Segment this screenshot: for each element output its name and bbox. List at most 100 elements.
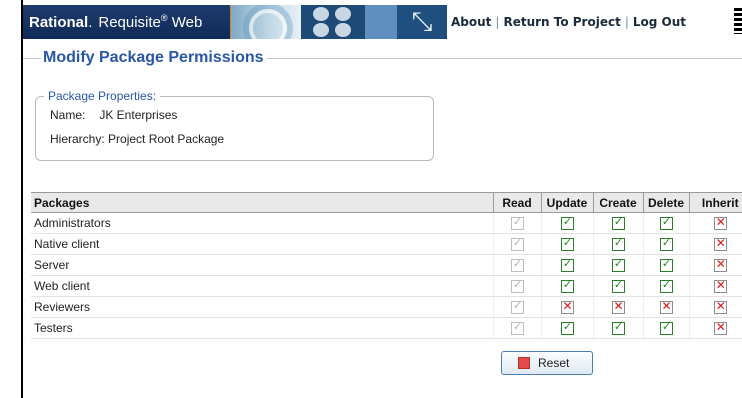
read-permission-cell: ✓ — [492, 317, 541, 339]
reset-button[interactable]: Reset — [501, 351, 593, 375]
header-dots-graphic — [301, 5, 365, 39]
property-name-value: JK Enterprises — [99, 108, 178, 122]
nav-return-to-project-link[interactable]: Return To Project — [499, 15, 624, 29]
check-icon[interactable]: ✓ — [560, 215, 574, 231]
nav-log-out-link[interactable]: Log Out — [629, 15, 690, 29]
inherit-permission-cell: ✕ — [688, 296, 742, 318]
update-permission-cell: ✓ — [540, 233, 593, 255]
check-icon[interactable]: ✓ — [659, 320, 673, 336]
delete-permission-cell: ✓ — [642, 275, 689, 297]
cross-icon[interactable]: ✕ — [713, 215, 727, 231]
brand-product-name: Requisite — [98, 14, 161, 31]
update-permission-cell: ✓ — [540, 317, 593, 339]
property-hierarchy-row: Hierarchy: Project Root Package — [50, 132, 224, 146]
read-permission-cell: ✓ — [492, 275, 541, 297]
delete-permission-cell: ✓ — [642, 317, 689, 339]
check-icon[interactable]: ✓ — [560, 278, 574, 294]
check-icon: ✓ — [510, 320, 524, 336]
check-icon[interactable]: ✓ — [659, 257, 673, 273]
package-name-cell: Server — [31, 254, 493, 276]
check-icon[interactable]: ✓ — [659, 215, 673, 231]
update-permission-cell: ✓ — [540, 212, 593, 234]
brand-rational: Rational — [29, 13, 89, 31]
column-header-delete[interactable]: Delete — [642, 192, 689, 213]
reset-button-label: Reset — [538, 356, 570, 370]
package-properties-legend: Package Properties: — [44, 89, 161, 103]
inherit-permission-cell: ✕ — [688, 317, 742, 339]
create-permission-cell: ✓ — [592, 212, 643, 234]
check-icon[interactable]: ✓ — [659, 236, 673, 252]
check-icon[interactable]: ✓ — [611, 236, 625, 252]
check-icon: ✓ — [510, 299, 524, 315]
create-permission-cell: ✕ — [592, 296, 643, 318]
header-bar: Rational. Requisite® Web ⤡ About | Retur… — [23, 0, 742, 43]
page-title: Modify Package Permissions — [41, 49, 267, 67]
column-header-packages[interactable]: Packages — [31, 192, 493, 213]
cross-icon[interactable]: ✕ — [713, 320, 727, 336]
create-permission-cell: ✓ — [592, 275, 643, 297]
table-row: Server ✓ ✓ ✓ ✓ ✕ — [31, 254, 742, 276]
reset-icon — [518, 357, 530, 369]
update-permission-cell: ✕ — [540, 296, 593, 318]
ibm-logo-icon — [734, 8, 742, 34]
inherit-permission-cell: ✕ — [688, 233, 742, 255]
package-name-cell: Web client — [31, 275, 493, 297]
app-frame: Rational. Requisite® Web ⤡ About | Retur… — [21, 0, 742, 398]
inherit-permission-cell: ✕ — [688, 275, 742, 297]
property-hierarchy-label: Hierarchy: — [50, 132, 105, 146]
cross-icon[interactable]: ✕ — [713, 299, 727, 315]
nav-about-link[interactable]: About — [447, 15, 495, 29]
permissions-table: Packages Read Update Create Delete Inher… — [31, 192, 742, 339]
table-row: Native client ✓ ✓ ✓ ✓ ✕ — [31, 233, 742, 255]
check-icon[interactable]: ✓ — [659, 278, 673, 294]
cross-icon[interactable]: ✕ — [713, 236, 727, 252]
column-header-read[interactable]: Read — [492, 192, 541, 213]
read-permission-cell: ✓ — [492, 254, 541, 276]
check-icon[interactable]: ✓ — [611, 257, 625, 273]
delete-permission-cell: ✓ — [642, 233, 689, 255]
column-header-update[interactable]: Update — [540, 192, 593, 213]
table-row: Web client ✓ ✓ ✓ ✓ ✕ — [31, 275, 742, 297]
create-permission-cell: ✓ — [592, 254, 643, 276]
header-swirl-graphic — [231, 5, 301, 39]
check-icon[interactable]: ✓ — [560, 236, 574, 252]
property-name-row: Name: JK Enterprises — [50, 108, 177, 122]
table-row: Reviewers ✓ ✕ ✕ ✕ ✕ — [31, 296, 742, 318]
inherit-permission-cell: ✕ — [688, 254, 742, 276]
top-nav: About | Return To Project | Log Out — [447, 5, 690, 39]
package-name-cell: Testers — [31, 317, 493, 339]
create-permission-cell: ✓ — [592, 317, 643, 339]
check-icon[interactable]: ✓ — [611, 278, 625, 294]
cross-icon[interactable]: ✕ — [560, 299, 574, 315]
check-icon[interactable]: ✓ — [611, 215, 625, 231]
table-row: Testers ✓ ✓ ✓ ✓ ✕ — [31, 317, 742, 339]
column-header-inherit[interactable]: Inherit — [688, 192, 742, 213]
brand-registered-mark: ® — [160, 13, 168, 23]
read-permission-cell: ✓ — [492, 212, 541, 234]
check-icon: ✓ — [510, 278, 524, 294]
cross-icon[interactable]: ✕ — [659, 299, 673, 315]
check-icon[interactable]: ✓ — [611, 320, 625, 336]
package-name-cell: Administrators — [31, 212, 493, 234]
expand-arrows-icon: ⤡ — [397, 5, 447, 39]
package-name-cell: Reviewers — [31, 296, 493, 318]
check-icon[interactable]: ✓ — [560, 320, 574, 336]
table-row: Administrators ✓ ✓ ✓ ✓ ✕ — [31, 212, 742, 234]
check-icon: ✓ — [510, 215, 524, 231]
table-header-row: Packages Read Update Create Delete Inher… — [31, 192, 742, 213]
cross-icon[interactable]: ✕ — [611, 299, 625, 315]
brand-logo: Rational. Requisite® Web — [23, 5, 231, 39]
create-permission-cell: ✓ — [592, 233, 643, 255]
cross-icon[interactable]: ✕ — [713, 257, 727, 273]
read-permission-cell: ✓ — [492, 233, 541, 255]
update-permission-cell: ✓ — [540, 275, 593, 297]
update-permission-cell: ✓ — [540, 254, 593, 276]
column-header-create[interactable]: Create — [592, 192, 643, 213]
page-title-bar: Modify Package Permissions — [23, 43, 742, 83]
package-properties-box: Package Properties: Name: JK Enterprises… — [35, 89, 434, 161]
cross-icon[interactable]: ✕ — [713, 278, 727, 294]
delete-permission-cell: ✓ — [642, 254, 689, 276]
check-icon: ✓ — [510, 236, 524, 252]
package-name-cell: Native client — [31, 233, 493, 255]
check-icon[interactable]: ✓ — [560, 257, 574, 273]
